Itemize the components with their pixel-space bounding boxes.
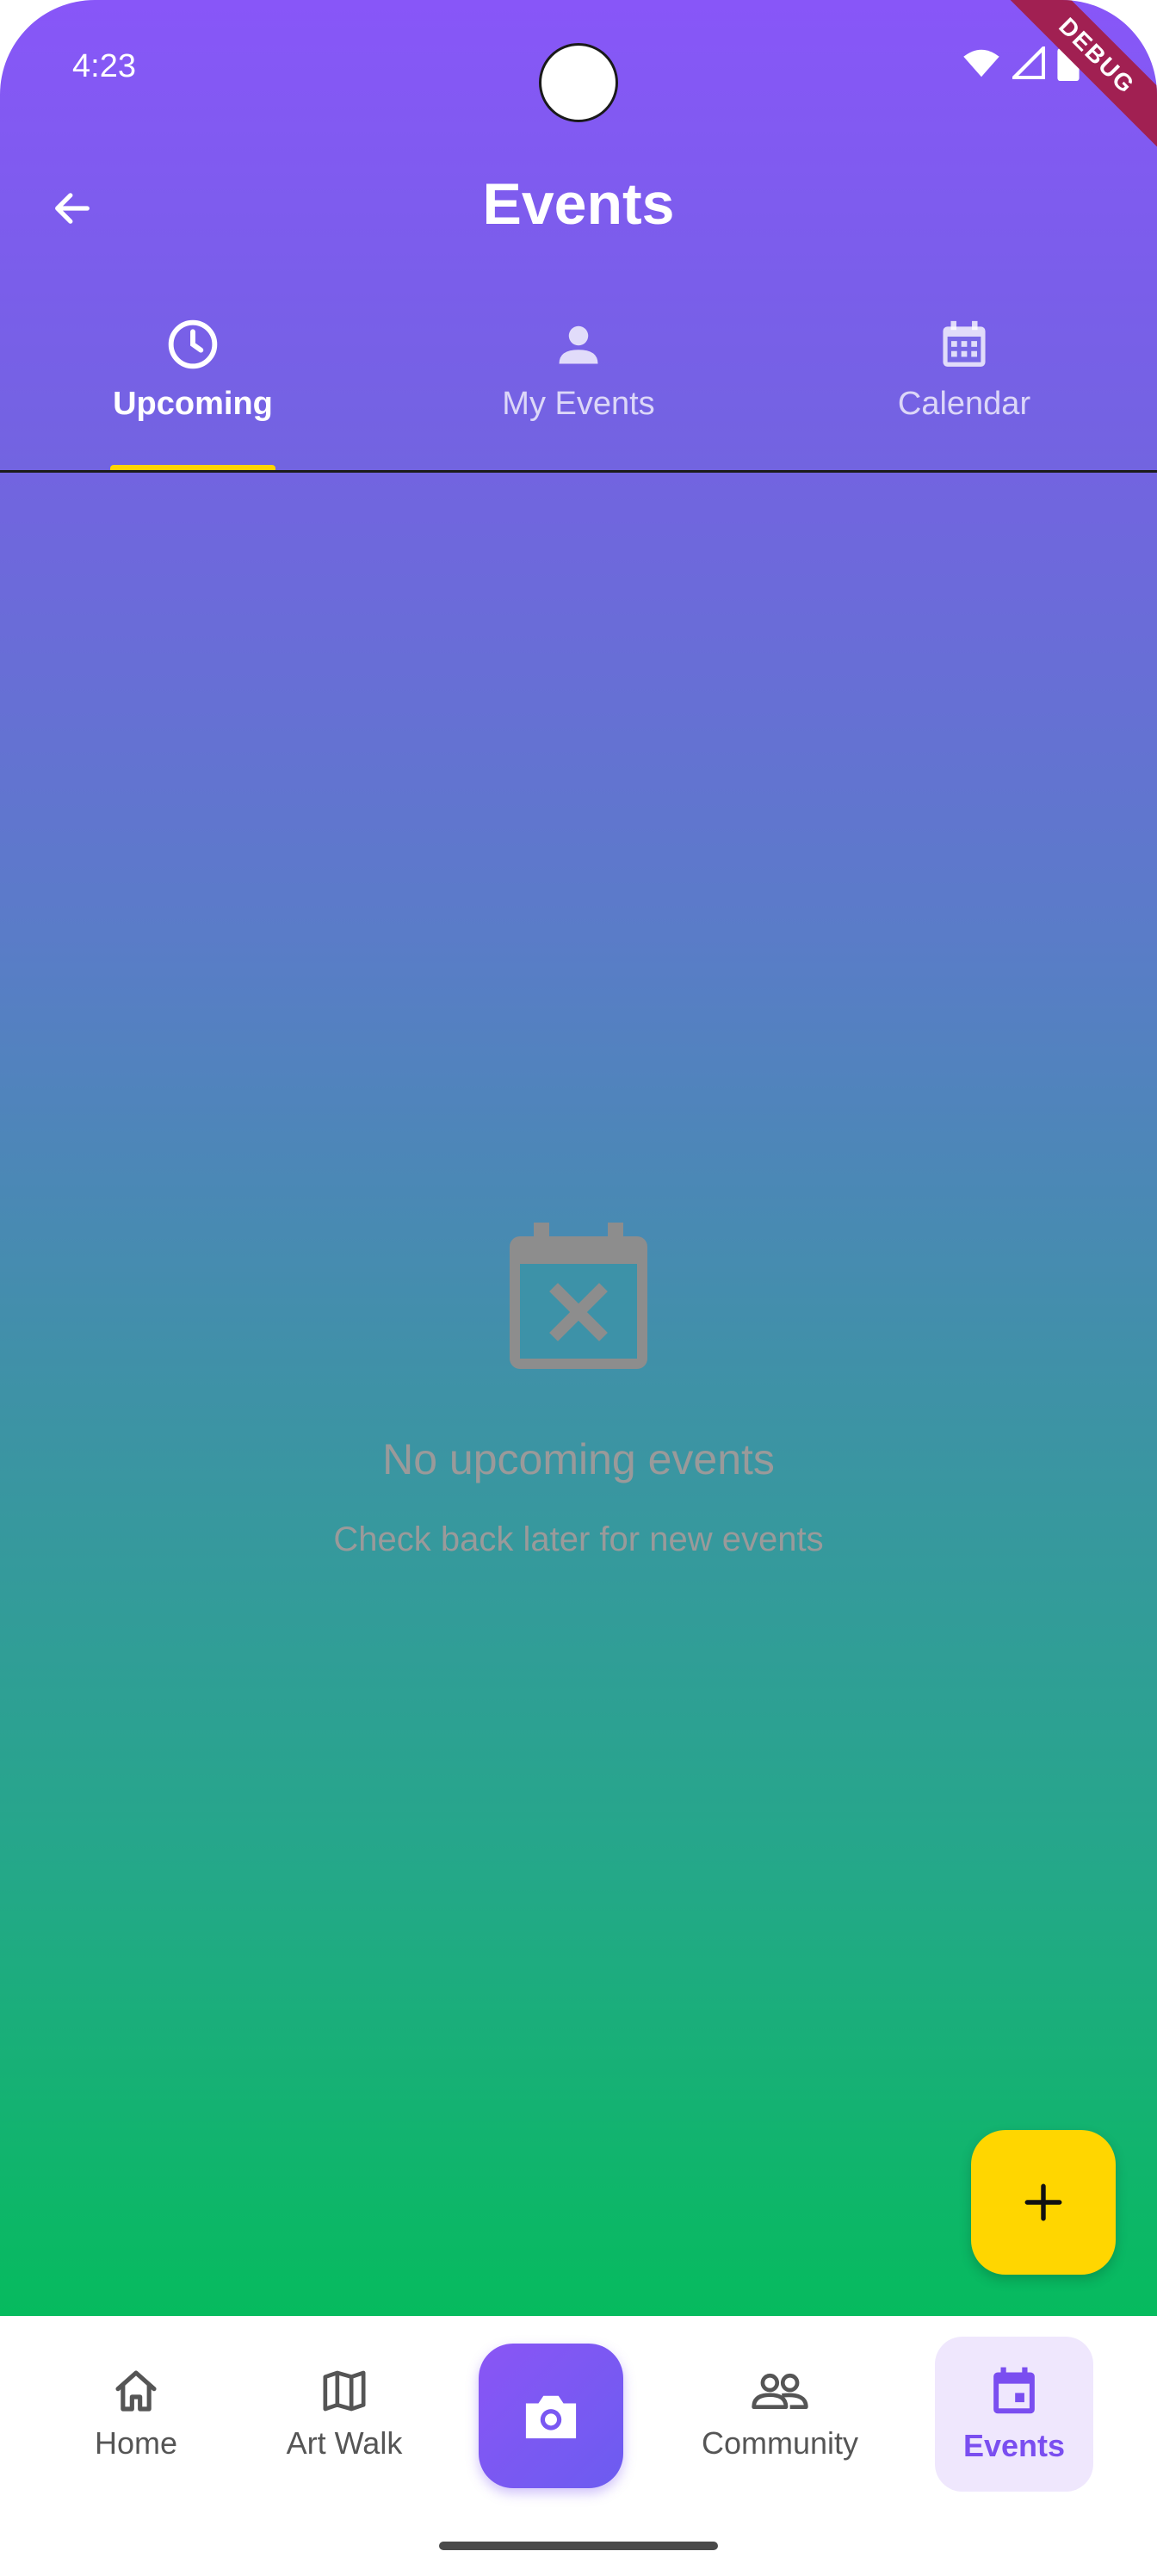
signal-icon xyxy=(1012,46,1045,79)
page-title: Events xyxy=(482,171,675,237)
calendar-icon xyxy=(993,2367,1035,2414)
tab-label: Upcoming xyxy=(113,386,273,422)
nav-label: Art Walk xyxy=(286,2425,403,2461)
person-icon xyxy=(559,325,598,364)
home-indicator[interactable] xyxy=(439,2542,718,2550)
app-screen: 4:23 DEBUG Events Upcoming My Events Cal… xyxy=(0,0,1157,2576)
plus-icon xyxy=(1024,2183,1062,2221)
tab-label: My Events xyxy=(502,386,655,422)
nav-community[interactable]: Community xyxy=(689,2337,871,2492)
status-time: 4:23 xyxy=(72,48,136,84)
nav-label: Community xyxy=(701,2425,859,2461)
nav-art-walk[interactable]: Art Walk xyxy=(274,2337,415,2492)
tab-my-events[interactable]: My Events xyxy=(386,310,771,470)
nav-label: Home xyxy=(94,2425,178,2461)
wifi-icon xyxy=(963,49,999,77)
add-event-button[interactable] xyxy=(971,2130,1116,2275)
camera-cutout xyxy=(539,43,618,122)
tab-label: Calendar xyxy=(897,386,1031,422)
tab-upcoming[interactable]: Upcoming xyxy=(0,310,386,470)
nav-label: Events xyxy=(962,2428,1066,2463)
app-header: 4:23 DEBUG Events Upcoming My Events Cal… xyxy=(0,0,1157,472)
camera-icon xyxy=(525,2395,577,2439)
calendar-x-icon xyxy=(510,1223,647,1369)
people-icon xyxy=(752,2373,808,2409)
map-icon xyxy=(323,2370,366,2412)
nav-camera-button[interactable] xyxy=(479,2344,623,2488)
nav-home[interactable]: Home xyxy=(69,2337,203,2492)
empty-state-subtitle: Check back later for new events xyxy=(333,1520,824,1558)
tab-calendar[interactable]: Calendar xyxy=(771,310,1157,470)
calendar-grid-icon xyxy=(943,320,986,367)
tab-bar: Upcoming My Events Calendar xyxy=(0,310,1157,470)
events-content xyxy=(0,473,1157,2316)
empty-state-title: No upcoming events xyxy=(382,1435,775,1483)
home-icon xyxy=(115,2370,157,2412)
nav-events[interactable]: Events xyxy=(935,2337,1093,2492)
clock-icon xyxy=(168,319,218,369)
